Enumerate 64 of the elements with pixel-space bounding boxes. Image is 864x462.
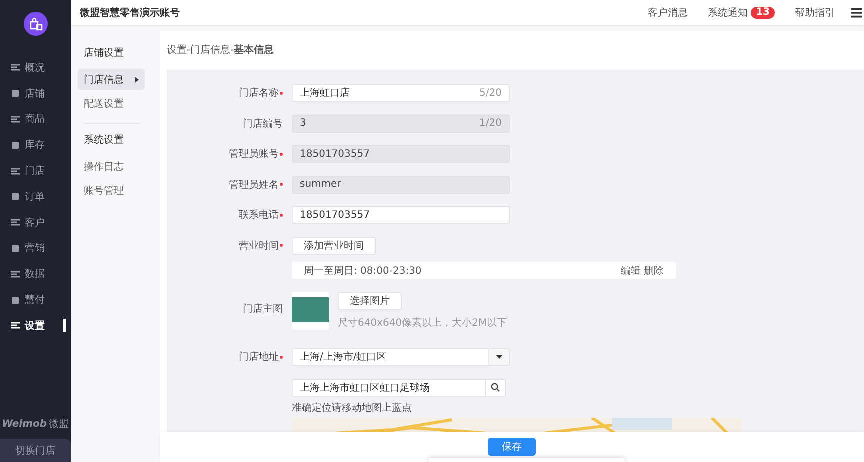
brand-logo-text: 微盟 xyxy=(49,418,70,431)
add-hours-button[interactable]: 添加营业时间 xyxy=(292,236,376,254)
region-select[interactable]: 上海/上海市/虹口区 xyxy=(292,348,510,366)
bars-icon xyxy=(11,114,20,124)
subnav-item[interactable]: 配送设置 xyxy=(78,93,145,114)
square-icon xyxy=(11,140,20,150)
caret-right-icon xyxy=(135,76,139,82)
sidebar-nav-item[interactable]: 概况 xyxy=(0,55,71,81)
square-icon xyxy=(11,192,20,202)
sidebar-nav-item[interactable]: 门店 xyxy=(0,158,71,184)
sidebar-nav-item[interactable]: 客户 xyxy=(0,210,71,236)
map-hint: 准确定位请移动地图上蓝点 xyxy=(292,402,413,415)
sidebar-nav-item[interactable]: 店铺 xyxy=(0,80,71,107)
field-label: 营业时间 xyxy=(167,238,283,252)
bars-icon xyxy=(11,321,20,330)
sidebar-nav-item[interactable]: 慧付 xyxy=(0,287,71,313)
bars-icon xyxy=(11,270,20,279)
hours-text: 周一至周日: 08:00-23:30 xyxy=(304,264,422,278)
sidebar-nav-item[interactable]: 库存 xyxy=(0,132,71,158)
text-field[interactable]: 上海虹口店 5/20 xyxy=(292,84,510,102)
field-label: 门店名称 xyxy=(167,86,283,100)
breadcrumb: 设置-门店信息-基本信息 xyxy=(167,44,276,58)
sidebar-nav-item[interactable]: 营销 xyxy=(0,236,71,262)
hours-action-link[interactable]: 删除 xyxy=(644,264,664,278)
sidebar-nav-item[interactable]: 设置 xyxy=(0,312,71,339)
header-link[interactable]: 客户消息 xyxy=(648,6,688,20)
subnav-group-title: 系统设置 xyxy=(83,134,125,148)
hours-action-link[interactable]: 编辑 xyxy=(621,264,641,278)
field-label: 管理员姓名 xyxy=(167,178,283,192)
field-label: 门店编号 xyxy=(242,118,283,130)
sidebar-nav-item[interactable]: 订单 xyxy=(0,184,71,210)
notification-badge: 13 xyxy=(751,6,775,18)
choose-image-button[interactable]: 选择图片 xyxy=(338,292,402,310)
text-field[interactable]: 18501703557 xyxy=(292,206,510,224)
photo-placeholder xyxy=(292,292,329,330)
subnav-item[interactable]: 门店信息 xyxy=(78,69,145,90)
header-link[interactable]: 系统通知 xyxy=(708,6,748,20)
image-size-hint: 尺寸640x640像素以上，大小2M以下 xyxy=(338,316,508,330)
caret-down-icon xyxy=(496,355,502,359)
account-title: 微盟智慧零售演示账号 xyxy=(80,6,180,20)
square-icon xyxy=(11,296,20,305)
sidebar-nav-item[interactable]: 数据 xyxy=(0,261,71,288)
menu-icon[interactable] xyxy=(851,8,862,18)
square-icon xyxy=(11,244,20,253)
sidebar-nav-item[interactable]: 商品 xyxy=(0,106,71,132)
switch-store-button[interactable]: 切换门店 xyxy=(0,439,71,462)
subnav-item[interactable]: 账号管理 xyxy=(78,180,145,201)
address-search-field[interactable]: 上海上海市虹口区虹口足球场 xyxy=(292,378,506,396)
active-indicator xyxy=(63,318,66,332)
subnav-item[interactable]: 操作日志 xyxy=(78,156,145,177)
field-label: 联系电话 xyxy=(167,208,283,222)
shopping-bag-logo-icon xyxy=(24,12,48,36)
square-icon xyxy=(11,89,20,98)
subnav-group-title: 店铺设置 xyxy=(83,47,125,61)
save-button[interactable]: 保存 xyxy=(488,438,536,456)
field-label: 门店主图 xyxy=(242,302,283,316)
search-icon xyxy=(491,383,500,392)
field-label: 管理员账号 xyxy=(167,147,283,161)
brand-logo-text: Weimob xyxy=(2,419,48,430)
bars-icon xyxy=(11,166,20,176)
field-label: 门店地址 xyxy=(167,350,283,364)
bars-icon xyxy=(11,218,20,228)
header-link[interactable]: 帮助指引 xyxy=(795,6,835,20)
bars-icon xyxy=(11,63,20,72)
